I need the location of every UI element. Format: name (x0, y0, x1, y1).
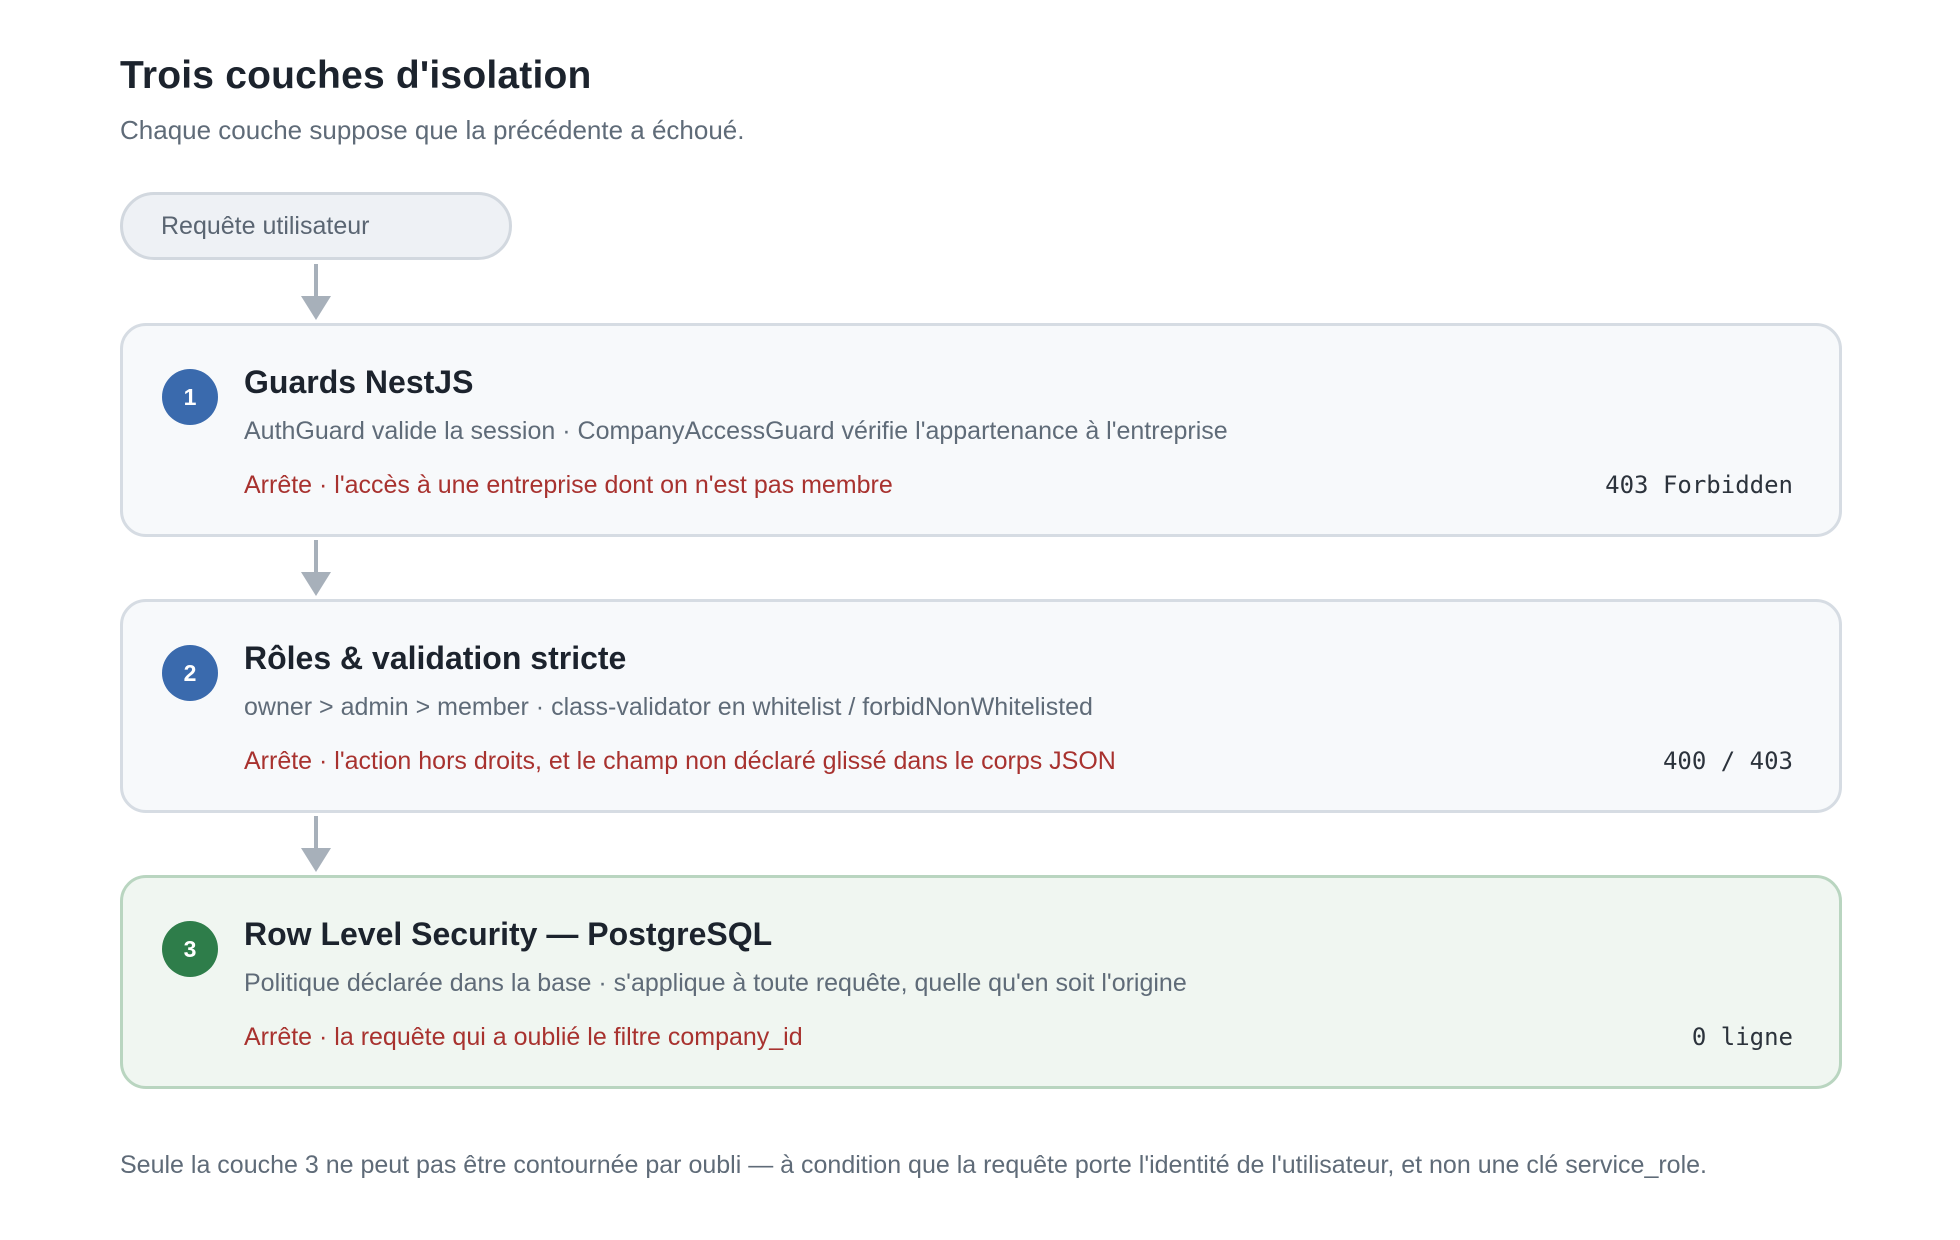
layer-description: AuthGuard valide la session · CompanyAcc… (244, 417, 1228, 445)
layer-number-badge: 1 (162, 369, 218, 425)
layer-card-2: 2 Rôles & validation stricte owner > adm… (120, 599, 1842, 813)
arrow-layer-1-to-layer-2 (301, 540, 331, 596)
layer-result-code: 403 Forbidden (1605, 471, 1793, 499)
layer-card-1: 1 Guards NestJS AuthGuard valide la sess… (120, 323, 1842, 537)
layer-stops-text: Arrête · l'accès à une entreprise dont o… (244, 471, 893, 499)
layer-number-badge: 2 (162, 645, 218, 701)
request-label: Requête utilisateur (161, 211, 370, 240)
arrow-down-icon (301, 572, 331, 596)
layer-title: Guards NestJS (244, 364, 474, 400)
arrow-down-icon (301, 848, 331, 872)
layer-card-3: 3 Row Level Security — PostgreSQL Politi… (120, 875, 1842, 1089)
diagram-page: Trois couches d'isolation Chaque couche … (0, 0, 1960, 1240)
arrow-request-to-layer-1 (301, 264, 331, 320)
layer-title: Rôles & validation stricte (244, 640, 627, 676)
page-subtitle: Chaque couche suppose que la précédente … (120, 115, 745, 145)
layer-result-code: 0 ligne (1691, 1023, 1793, 1051)
page-title: Trois couches d'isolation (120, 54, 592, 97)
footnote: Seule la couche 3 ne peut pas être conto… (120, 1151, 1707, 1179)
layer-number-badge: 3 (162, 921, 218, 977)
arrow-down-icon (301, 296, 331, 320)
layer-description: Politique déclarée dans la base · s'appl… (244, 969, 1187, 997)
layer-description: owner > admin > member · class-validator… (244, 693, 1093, 721)
layer-stops-text: Arrête · l'action hors droits, et le cha… (244, 747, 1116, 775)
request-node: Requête utilisateur (120, 192, 512, 260)
layer-title: Row Level Security — PostgreSQL (244, 916, 773, 952)
layer-result-code: 400 / 403 (1662, 747, 1793, 775)
layer-stops-text: Arrête · la requête qui a oublié le filt… (244, 1023, 803, 1051)
arrow-layer-2-to-layer-3 (301, 816, 331, 872)
